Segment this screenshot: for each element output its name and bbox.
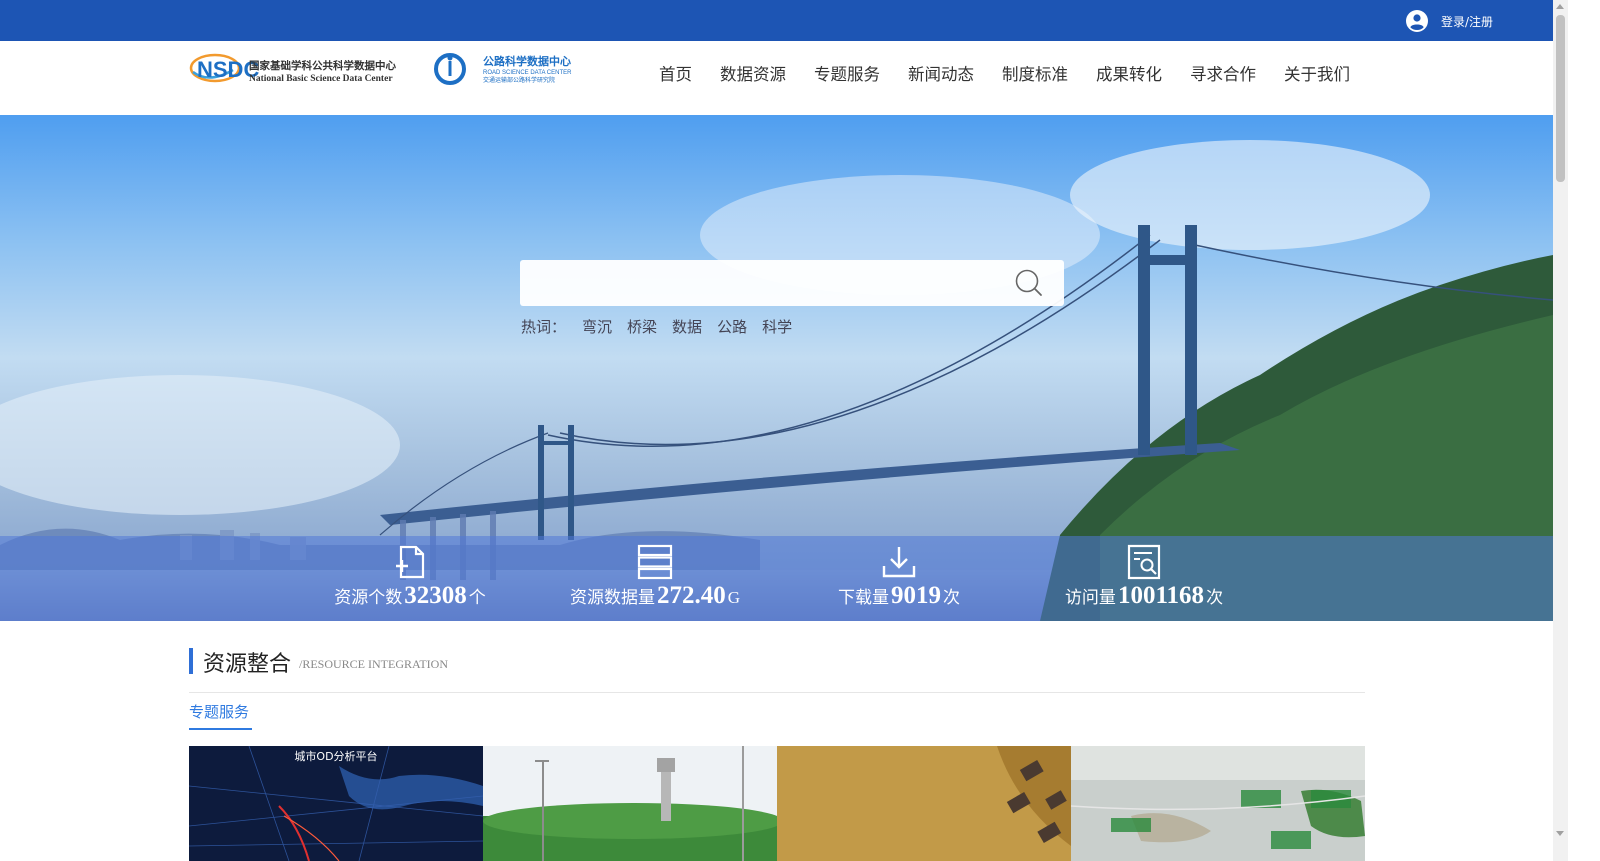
stat-label: 资源数据量	[569, 588, 655, 607]
scroll-down-arrow-icon[interactable]	[1556, 831, 1564, 836]
nav-news[interactable]: 新闻动态	[894, 63, 988, 87]
section-divider	[189, 692, 1365, 693]
hot-words-label: 热词：	[521, 318, 567, 336]
scrollbar-thumb[interactable]	[1556, 15, 1565, 182]
nav-standards[interactable]: 制度标准	[988, 63, 1082, 87]
stat-resource-count: 资源个数 32308 个	[330, 536, 490, 621]
stat-value: 32308	[404, 582, 467, 609]
stat-unit: 次	[1206, 588, 1224, 607]
stat-value: 272.40	[656, 582, 726, 609]
search-input[interactable]	[520, 260, 1000, 306]
topic-card-tunnel[interactable]	[777, 746, 1071, 861]
stat-downloads: 下载量 9019 次	[834, 536, 964, 621]
search-box	[520, 260, 1064, 306]
nav-home[interactable]: 首页	[645, 63, 706, 87]
stat-value: 9019	[891, 582, 941, 609]
stat-label: 下载量	[838, 588, 889, 607]
login-label: 登录/注册	[1441, 14, 1494, 29]
section-title: 资源整合	[203, 652, 292, 677]
stat-data-volume: 资源数据量 272.40 G	[565, 536, 745, 621]
download-icon	[882, 547, 916, 578]
topic-card-highway[interactable]	[483, 746, 777, 861]
nav-data-resources[interactable]: 数据资源	[706, 63, 800, 87]
user-circle-icon	[1406, 10, 1428, 32]
hot-word[interactable]: 公路	[717, 316, 747, 337]
main-nav: 首页 数据资源 专题服务 新闻动态 制度标准 成果转化 寻求合作 关于我们	[645, 63, 1364, 87]
site-header: NSDC 国家基础学科公共科学数据中心 National Basic Scien…	[0, 41, 1553, 115]
nav-cooperation[interactable]: 寻求合作	[1176, 63, 1270, 87]
section-subtitle: /RESOURCE INTEGRATION	[299, 657, 448, 671]
highway-thumbnail	[483, 746, 777, 861]
topic-card-od-platform[interactable]: 城市OD分析平台	[189, 746, 483, 861]
nav-achievements[interactable]: 成果转化	[1082, 63, 1176, 87]
card-title: 城市OD分析平台	[294, 750, 378, 763]
stat-value: 1001168	[1117, 582, 1205, 609]
road-logo-cn: 公路科学数据中心	[483, 54, 571, 68]
hot-words: 热词： 弯沉 桥梁 数据 公路 科学	[521, 316, 807, 337]
stat-unit: G	[727, 588, 741, 607]
hot-word[interactable]: 科学	[762, 316, 792, 337]
nsdc-en-name: National Basic Science Data Center	[249, 74, 393, 84]
nsdc-cn-name: 国家基础学科公共科学数据中心	[249, 59, 396, 72]
section-accent-bar	[189, 648, 193, 674]
nav-topic-services[interactable]: 专题服务	[800, 63, 894, 87]
top-bar: 登录/注册	[0, 0, 1553, 41]
road-logo-en: ROAD SCIENCE DATA CENTER	[483, 70, 572, 76]
route-map-thumbnail	[1071, 746, 1365, 861]
stat-unit: 个	[468, 588, 486, 607]
login-register-link[interactable]: 登录/注册	[1406, 9, 1493, 33]
scroll-up-arrow-icon[interactable]	[1556, 4, 1564, 9]
tab-topic-services[interactable]: 专题服务	[189, 701, 252, 730]
stat-unit: 次	[943, 588, 960, 607]
nsdc-logo[interactable]: NSDC 国家基础学科公共科学数据中心 National Basic Scien…	[189, 52, 403, 86]
topic-cards: 城市OD分析平台	[189, 746, 1365, 861]
file-add-icon	[396, 545, 425, 579]
statistics-bar: 资源个数 32308 个 资源数据量 272.40 G 下载量 9019 次 访…	[0, 536, 1553, 621]
hero-banner: 热词： 弯沉 桥梁 数据 公路 科学 资源个数 32308 个 资源数据量 27…	[0, 115, 1553, 621]
road-logo-sub: 交通运输部公路科学研究院	[483, 76, 555, 84]
search-icon[interactable]	[1014, 268, 1044, 298]
hot-word[interactable]: 桥梁	[627, 316, 657, 337]
hot-word[interactable]: 弯沉	[582, 316, 612, 337]
database-icon	[637, 544, 673, 580]
topic-card-route-map[interactable]	[1071, 746, 1365, 861]
nav-about[interactable]: 关于我们	[1270, 63, 1364, 87]
stat-visits: 访问量 1001168 次	[1060, 536, 1228, 621]
document-search-icon	[1127, 544, 1161, 580]
stat-label: 资源个数	[334, 588, 403, 607]
stat-label: 访问量	[1064, 588, 1116, 607]
page-scrollbar[interactable]	[1553, 0, 1568, 861]
road-data-center-logo[interactable]: 公路科学数据中心 ROAD SCIENCE DATA CENTER 交通运输部公…	[425, 52, 575, 86]
tunnel-thumbnail	[777, 746, 1071, 861]
hot-word[interactable]: 数据	[672, 316, 702, 337]
